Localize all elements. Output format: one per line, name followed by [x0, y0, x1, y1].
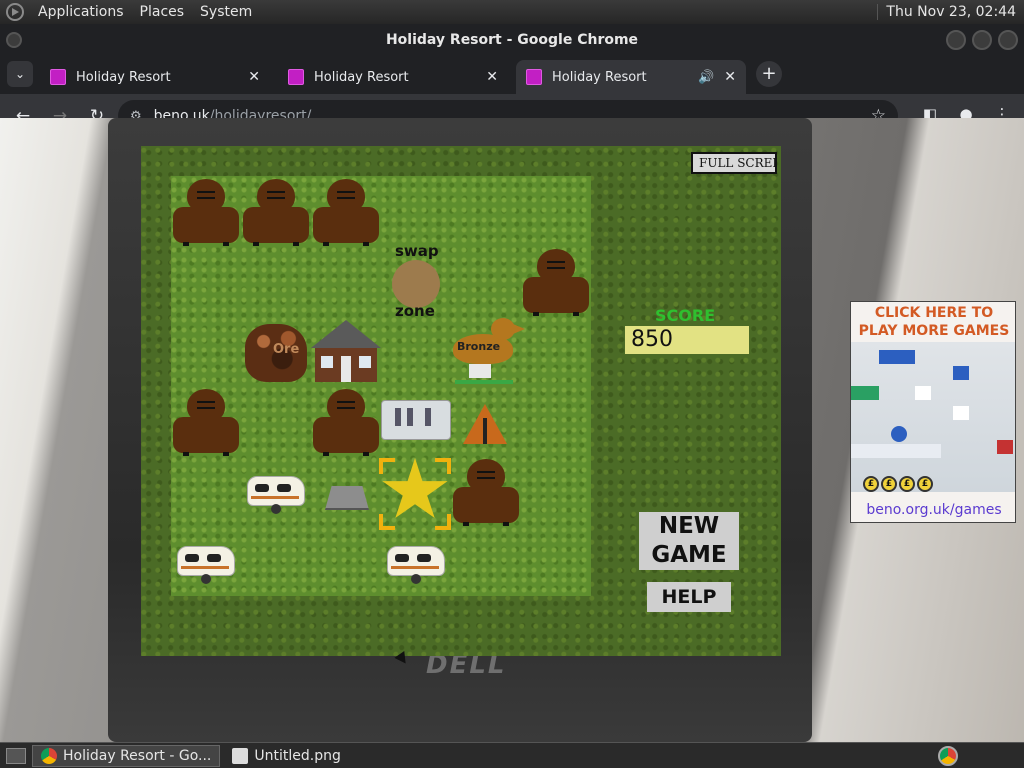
game-canvas[interactable]: swap zone Ore Bronze FULL SCRE SCORE 850…	[141, 146, 781, 656]
close-tab-icon[interactable]: ✕	[248, 69, 260, 85]
taskbar-item-label: Holiday Resort - Go...	[63, 747, 212, 764]
house-tile[interactable]	[311, 320, 381, 384]
help-button[interactable]: HELP	[647, 582, 731, 612]
ad-game-preview: £ £ £ £	[851, 342, 1015, 492]
ad-block	[953, 406, 969, 420]
new-game-line1: NEW	[658, 513, 720, 539]
maximize-button[interactable]	[972, 30, 992, 50]
system-menu[interactable]: System	[192, 4, 260, 20]
speaker-icon[interactable]: 🔊	[698, 70, 714, 85]
ad-block	[851, 444, 941, 458]
panel-clock[interactable]: Thu Nov 23, 02:44	[877, 4, 1024, 20]
window-title: Holiday Resort - Google Chrome	[385, 32, 639, 48]
tab-title: Holiday Resort	[76, 69, 171, 85]
new-game-button[interactable]: NEW GAME	[639, 512, 739, 570]
places-menu[interactable]: Places	[132, 4, 193, 20]
tray-chrome-icon[interactable]	[938, 745, 958, 766]
tent-tile[interactable]	[463, 404, 507, 444]
taskbar-item-label: Untitled.png	[254, 747, 341, 764]
applications-menu[interactable]: Applications	[30, 4, 132, 20]
ad-block	[879, 350, 915, 364]
ad-title-line1: CLICK HERE TO	[874, 305, 994, 321]
swap-zone-slot[interactable]	[392, 260, 440, 308]
new-game-line2: GAME	[651, 542, 727, 568]
swap-zone-label-bottom: zone	[395, 302, 435, 320]
selection-cursor-star[interactable]	[379, 458, 451, 530]
grumpy-bear-tile[interactable]	[173, 179, 239, 247]
tab-title: Holiday Resort	[552, 69, 647, 85]
tab-title: Holiday Resort	[314, 69, 409, 85]
window-controls	[946, 30, 1018, 50]
chrome-icon	[41, 747, 57, 764]
pound-coin-icon: £	[881, 476, 897, 492]
ad-player-icon	[891, 426, 907, 442]
top-panel: Applications Places System Thu Nov 23, 0…	[0, 0, 1024, 24]
ad-title: CLICK HERE TO PLAY MORE GAMES	[851, 304, 1015, 340]
grumpy-bear-tile[interactable]	[313, 179, 379, 247]
tab-strip: ⌄ Holiday Resort ✕ Holiday Resort ✕ Holi…	[0, 56, 1024, 94]
score-label: SCORE	[655, 306, 716, 325]
window-titlebar[interactable]: Holiday Resort - Google Chrome	[0, 24, 1024, 56]
static-caravan-tile[interactable]	[381, 394, 453, 444]
grumpy-bear-tile[interactable]	[313, 389, 379, 457]
tab-3-active[interactable]: Holiday Resort 🔊 ✕	[516, 60, 746, 94]
full-screen-button[interactable]: FULL SCREEN	[691, 152, 777, 174]
touring-caravan-tile[interactable]	[247, 472, 307, 516]
pound-coin-icon: £	[899, 476, 915, 492]
bottom-taskbar: Holiday Resort - Go... Untitled.png	[0, 742, 1024, 768]
swap-zone-label: swap	[395, 242, 439, 260]
more-games-link[interactable]: beno.org.uk/games	[851, 502, 1015, 518]
taskbar-item-image[interactable]: Untitled.png	[224, 745, 348, 767]
close-window-button[interactable]	[998, 30, 1018, 50]
ore-label: Ore	[273, 342, 300, 357]
taskbar-item-chrome[interactable]: Holiday Resort - Go...	[32, 744, 221, 767]
image-file-icon	[232, 747, 249, 764]
page-viewport: DELL swap zone Ore Bronze FULL SCRE SCOR…	[0, 118, 1024, 742]
window-menu-icon[interactable]	[6, 32, 22, 48]
tab-2[interactable]: Holiday Resort ✕	[278, 60, 508, 94]
tab-1[interactable]: Holiday Resort ✕	[40, 60, 270, 94]
show-desktop-icon[interactable]	[6, 747, 26, 764]
score-value: 850	[625, 326, 749, 354]
pound-coin-icon: £	[863, 476, 879, 492]
statue-base	[455, 380, 513, 384]
grumpy-bear-tile[interactable]	[173, 389, 239, 457]
statue-stand	[469, 364, 491, 378]
gnome-foot-icon[interactable]	[6, 3, 24, 21]
touring-caravan-tile[interactable]	[387, 542, 447, 586]
new-tab-button[interactable]: +	[756, 61, 782, 87]
ad-enemy-icon	[997, 440, 1013, 454]
close-tab-icon[interactable]: ✕	[486, 69, 498, 85]
pound-coin-icon: £	[917, 476, 933, 492]
ad-block	[953, 366, 969, 380]
grumpy-bear-tile[interactable]	[453, 459, 519, 527]
more-games-ad[interactable]: CLICK HERE TO PLAY MORE GAMES £ £ £ £ be…	[850, 301, 1016, 523]
ad-block	[915, 386, 931, 400]
site-favicon-icon	[50, 69, 66, 85]
tab-search-button[interactable]: ⌄	[7, 61, 33, 87]
rock-tile[interactable]	[325, 486, 369, 510]
grumpy-bear-tile[interactable]	[243, 179, 309, 247]
site-favicon-icon	[288, 69, 304, 85]
ad-block	[851, 386, 879, 400]
minimize-button[interactable]	[946, 30, 966, 50]
touring-caravan-tile[interactable]	[177, 542, 237, 586]
ad-title-line2: PLAY MORE GAMES	[858, 323, 1010, 339]
grumpy-bear-tile[interactable]	[523, 249, 589, 317]
close-tab-icon[interactable]: ✕	[724, 69, 736, 85]
bronze-duck-head	[491, 318, 515, 340]
bronze-duck-beak	[513, 324, 525, 334]
site-favicon-icon	[526, 69, 542, 85]
bronze-label: Bronze	[457, 340, 501, 353]
